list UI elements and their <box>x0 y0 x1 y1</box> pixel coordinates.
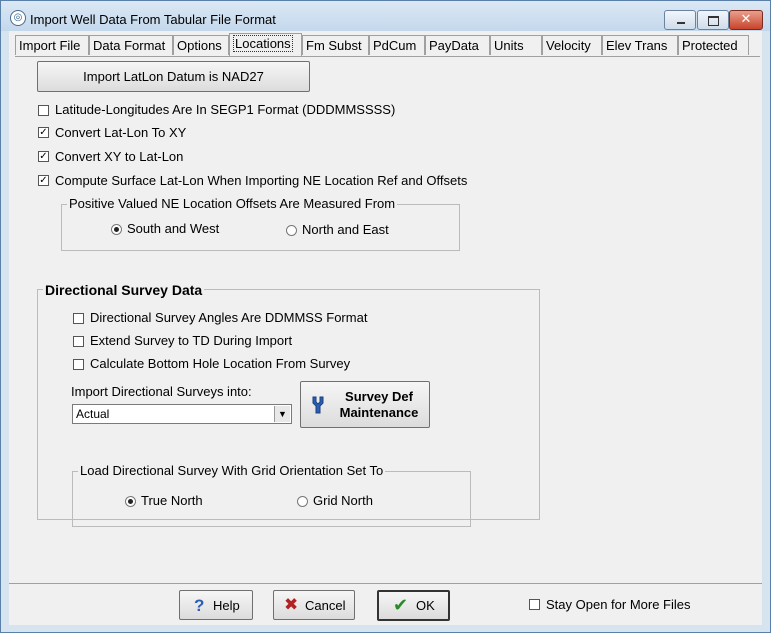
window-title: Import Well Data From Tabular File Forma… <box>30 12 276 27</box>
check-icon: ✔ <box>393 595 409 616</box>
minimize-icon <box>677 22 685 24</box>
tab-fm-subst[interactable]: Fm Subst <box>302 35 369 55</box>
tab-import-file[interactable]: Import File <box>15 35 89 55</box>
maximize-icon <box>708 16 719 26</box>
extend-survey-checkbox[interactable] <box>73 336 84 347</box>
tab-divider <box>15 56 760 57</box>
ok-label: OK <box>416 598 435 613</box>
survey-def-label: Survey Def Maintenance <box>331 389 427 421</box>
ddmmss-label: Directional Survey Angles Are DDMMSS For… <box>90 310 368 325</box>
convert-latlon-xy-label: Convert Lat-Lon To XY <box>55 125 187 140</box>
true-north-radio[interactable] <box>125 496 136 507</box>
south-west-radio[interactable] <box>111 224 122 235</box>
x-icon: ✖ <box>284 595 299 615</box>
tab-paydata[interactable]: PayData <box>425 35 490 55</box>
tab-units[interactable]: Units <box>490 35 542 55</box>
footer-separator <box>9 583 762 584</box>
dialog-window: ◎ Import Well Data From Tabular File For… <box>0 0 771 633</box>
grid-north-label: Grid North <box>313 493 373 508</box>
calc-bhl-label: Calculate Bottom Hole Location From Surv… <box>90 356 351 371</box>
true-north-label: True North <box>141 493 203 508</box>
stay-open-checkbox[interactable] <box>529 599 540 610</box>
help-button[interactable]: ? Help <box>179 590 253 620</box>
extend-survey-label: Extend Survey to TD During Import <box>90 333 293 348</box>
convert-latlon-xy-checkbox[interactable]: ✓ <box>38 127 49 138</box>
segp1-label: Latitude-Longitudes Are In SEGP1 Format … <box>55 102 396 117</box>
cancel-label: Cancel <box>305 598 346 613</box>
wrench-icon <box>312 396 324 414</box>
tab-pdcum[interactable]: PdCum <box>369 35 425 55</box>
directional-survey-group: Directional Survey Data Directional Surv… <box>37 282 540 527</box>
dialog-client-area: Import File Data Format Options Location… <box>9 31 762 625</box>
ok-button[interactable]: ✔ OK <box>377 590 450 621</box>
compute-surface-label: Compute Surface Lat-Lon When Importing N… <box>55 173 468 188</box>
offsets-group-title: Positive Valued NE Location Offsets Are … <box>67 196 398 211</box>
survey-def-line2: Maintenance <box>339 405 419 420</box>
calc-bhl-checkbox[interactable] <box>73 359 84 370</box>
datum-button[interactable]: Import LatLon Datum is NAD27 <box>37 61 310 92</box>
tab-velocity[interactable]: Velocity <box>542 35 602 55</box>
offsets-group: Positive Valued NE Location Offsets Are … <box>61 196 460 251</box>
help-label: Help <box>213 598 240 613</box>
cancel-button[interactable]: ✖ Cancel <box>273 590 355 620</box>
maximize-button[interactable] <box>697 10 729 30</box>
grid-orientation-title: Load Directional Survey With Grid Orient… <box>78 463 386 478</box>
tab-locations-label: Locations <box>233 35 293 52</box>
north-east-radio[interactable] <box>286 225 297 236</box>
import-into-value: Actual <box>76 407 110 421</box>
convert-xy-latlon-checkbox[interactable]: ✓ <box>38 151 49 162</box>
directional-survey-title: Directional Survey Data <box>43 282 205 298</box>
south-west-label: South and West <box>127 221 220 236</box>
radio-selected-dot <box>114 227 119 232</box>
convert-xy-latlon-label: Convert XY to Lat-Lon <box>55 149 184 164</box>
tab-elev-trans[interactable]: Elev Trans <box>602 35 678 55</box>
stay-open-label: Stay Open for More Files <box>546 597 691 612</box>
north-east-label: North and East <box>302 222 389 237</box>
import-into-select[interactable]: Actual ▼ <box>72 404 292 424</box>
dropdown-arrow-icon[interactable]: ▼ <box>274 406 290 422</box>
close-button[interactable]: ✕ <box>729 10 763 30</box>
tab-options[interactable]: Options <box>173 35 229 55</box>
segp1-checkbox[interactable] <box>38 105 49 116</box>
grid-north-radio[interactable] <box>297 496 308 507</box>
tab-protected[interactable]: Protected <box>678 35 749 55</box>
tab-data-format[interactable]: Data Format <box>89 35 173 55</box>
grid-orientation-group: Load Directional Survey With Grid Orient… <box>72 463 471 527</box>
survey-def-line1: Survey Def <box>345 389 413 404</box>
radio-selected-dot <box>128 499 133 504</box>
title-bar[interactable]: ◎ Import Well Data From Tabular File For… <box>1 1 770 31</box>
ddmmss-checkbox[interactable] <box>73 313 84 324</box>
survey-def-maintenance-button[interactable]: Survey Def Maintenance <box>300 381 430 428</box>
import-into-label: Import Directional Surveys into: <box>71 384 252 399</box>
question-icon: ? <box>194 596 205 615</box>
tab-locations[interactable]: Locations <box>229 33 302 56</box>
app-icon[interactable]: ◎ <box>10 10 26 26</box>
minimize-button[interactable] <box>664 10 696 30</box>
close-icon: ✕ <box>740 12 752 27</box>
compute-surface-checkbox[interactable]: ✓ <box>38 175 49 186</box>
